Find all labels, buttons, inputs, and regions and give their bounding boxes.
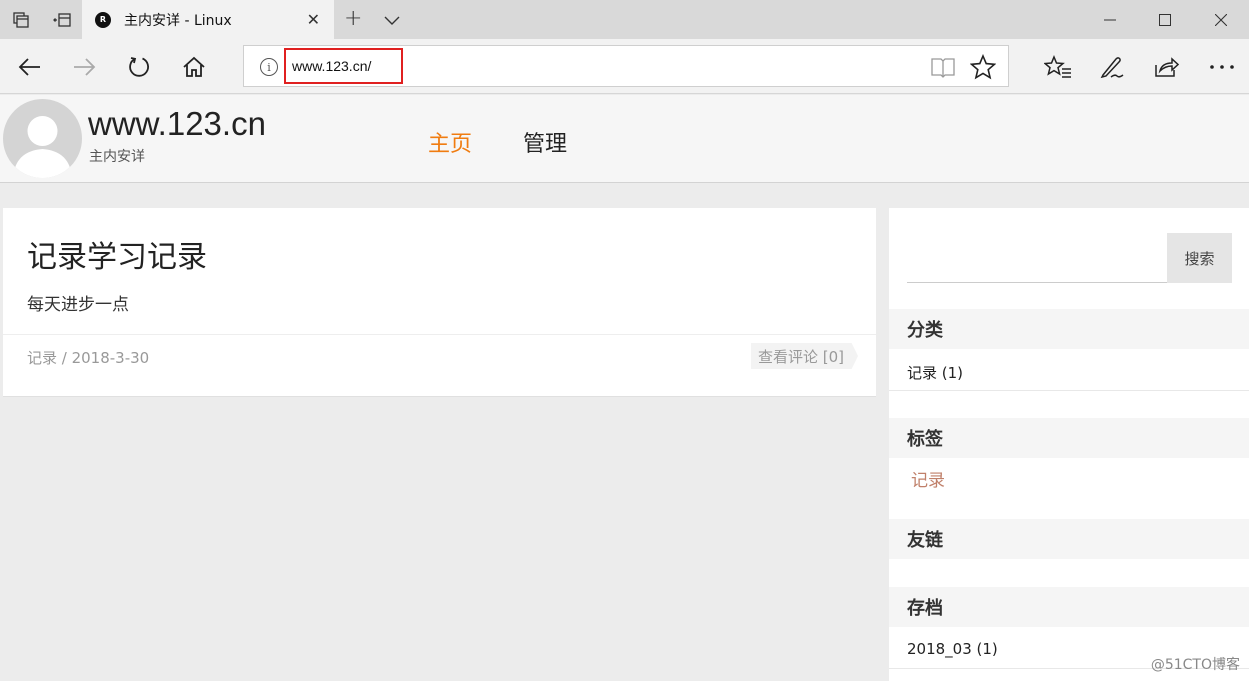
share-icon[interactable]	[1144, 39, 1188, 94]
refresh-icon[interactable]	[117, 39, 161, 94]
new-tab-icon[interactable]: +	[344, 6, 362, 31]
view-comments-link[interactable]: 查看评论 [0]	[751, 343, 859, 369]
post-divider	[3, 334, 876, 335]
site-header: www.123.cn 主内安详 主页 管理	[0, 95, 1249, 183]
site-favicon-icon: R	[95, 11, 111, 28]
chevron-down-icon[interactable]	[384, 11, 400, 30]
search-button[interactable]: 搜索	[1167, 233, 1232, 283]
nav-admin-link[interactable]: 管理	[523, 126, 567, 158]
close-window-icon[interactable]	[1193, 0, 1249, 39]
archive-item[interactable]: 2018_03 (1)	[907, 640, 998, 658]
home-icon[interactable]	[172, 39, 216, 94]
site-info-icon[interactable]: i	[260, 58, 278, 76]
maximize-icon[interactable]	[1137, 0, 1193, 39]
site-name[interactable]: www.123.cn	[88, 105, 266, 143]
minimize-icon[interactable]	[1082, 0, 1138, 39]
links-heading: 友链	[889, 519, 1249, 559]
tags-heading: 标签	[889, 418, 1249, 458]
tab-bar: R 主内安详 - Linux ✕ +	[0, 0, 1249, 39]
forward-icon[interactable]	[62, 39, 106, 94]
post-card: 记录学习记录 每天进步一点 记录 / 2018-3-30 查看评论 [0]	[3, 208, 876, 397]
post-title[interactable]: 记录学习记录	[27, 232, 207, 276]
set-tabs-aside-icon[interactable]	[42, 0, 82, 39]
post-summary: 每天进步一点	[27, 295, 129, 315]
favorite-star-icon[interactable]	[969, 53, 997, 84]
tab-active[interactable]: R 主内安详 - Linux ✕	[82, 0, 334, 39]
pen-notes-icon[interactable]	[1090, 39, 1134, 94]
reading-view-icon[interactable]	[930, 56, 956, 82]
sidebar: 搜索 分类 记录 (1) 标签 记录 友链 存档 2018_03 (1)	[889, 208, 1249, 681]
post-meta: 记录 / 2018-3-30	[27, 349, 150, 367]
search-input[interactable]	[907, 282, 1169, 283]
watermark: @51CTO博客	[1150, 657, 1240, 673]
site-subtitle: 主内安详	[89, 149, 145, 165]
close-tab-icon[interactable]: ✕	[307, 10, 320, 29]
navigation-bar: i www.123.cn/	[0, 39, 1249, 94]
url-text[interactable]: www.123.cn/	[284, 48, 403, 84]
categories-heading: 分类	[889, 309, 1249, 349]
tab-title: 主内安详 - Linux	[124, 12, 232, 29]
more-menu-icon[interactable]	[1200, 39, 1244, 94]
category-item[interactable]: 记录 (1)	[907, 362, 963, 383]
section-divider	[889, 390, 1249, 391]
archive-heading: 存档	[889, 587, 1249, 627]
back-icon[interactable]	[8, 39, 52, 94]
tab-groups-icon[interactable]	[0, 0, 42, 39]
favorites-hub-icon[interactable]	[1036, 39, 1080, 94]
tag-link[interactable]: 记录	[911, 466, 945, 491]
avatar	[3, 99, 82, 178]
address-bar[interactable]: i www.123.cn/	[243, 45, 1009, 87]
nav-home-link[interactable]: 主页	[428, 126, 472, 158]
